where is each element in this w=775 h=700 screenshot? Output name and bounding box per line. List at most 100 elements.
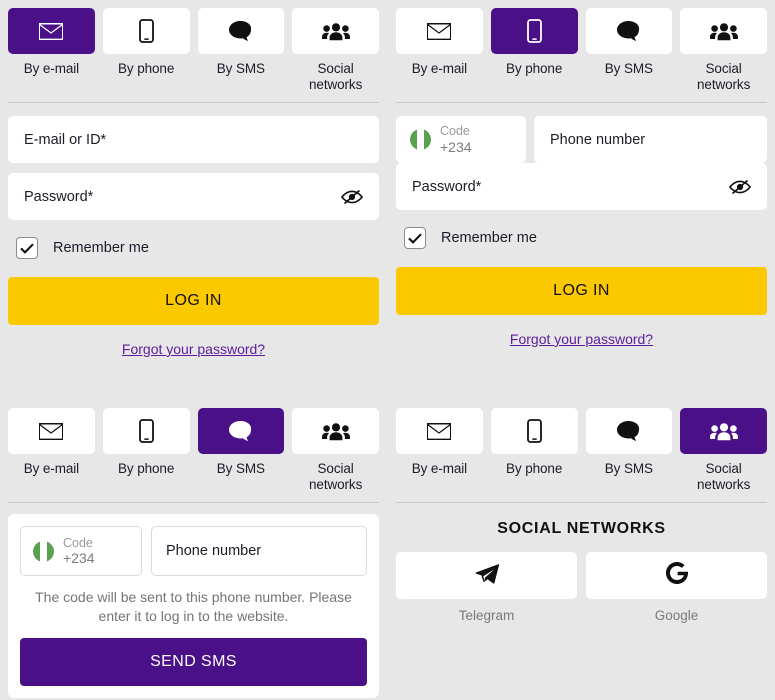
phone-placeholder: Phone number xyxy=(166,543,261,559)
tab-by-phone[interactable]: By phone xyxy=(103,8,190,93)
sms-phone-row: Code +234 Phone number xyxy=(20,526,367,576)
panel-social-login: By e-mail By phone By SMS xyxy=(388,400,775,623)
social-provider-telegram: Telegram xyxy=(396,552,577,623)
phone-number-field[interactable]: Phone number xyxy=(151,526,367,576)
mobile-phone-icon xyxy=(491,408,578,454)
google-button[interactable] xyxy=(586,552,767,599)
tab-label: By phone xyxy=(506,61,562,77)
country-code-label: Code xyxy=(63,536,95,550)
tab-label: By e-mail xyxy=(24,461,79,477)
tab-label: By e-mail xyxy=(412,61,467,77)
tab-bar-social-login: By e-mail By phone By SMS xyxy=(396,400,767,493)
social-provider-label: Google xyxy=(655,608,699,623)
envelope-icon xyxy=(396,408,483,454)
tab-bar-email-login: By e-mail By phone By SMS xyxy=(8,0,379,93)
remember-me-checkbox[interactable] xyxy=(404,227,426,249)
social-providers-grid: Telegram Google xyxy=(396,552,767,623)
password-placeholder: Password* xyxy=(24,189,93,205)
tab-social-networks[interactable]: Social networks xyxy=(680,408,767,493)
nigeria-flag-icon xyxy=(410,129,431,150)
mobile-phone-icon xyxy=(103,408,190,454)
tab-label: Social networks xyxy=(292,461,379,493)
tab-label: By phone xyxy=(118,461,174,477)
social-networks-title: SOCIAL NETWORKS xyxy=(396,520,767,538)
eye-off-icon[interactable] xyxy=(729,179,751,195)
email-field[interactable]: E-mail or ID* xyxy=(8,116,379,163)
tab-social-networks[interactable]: Social networks xyxy=(680,8,767,93)
tab-label: Social networks xyxy=(680,61,767,93)
password-field[interactable]: Password* xyxy=(8,173,379,220)
country-code-value: +234 xyxy=(63,550,95,566)
phone-input-row: Code +234 Phone number xyxy=(396,116,767,163)
sms-card: Code +234 Phone number The code will be … xyxy=(8,514,379,698)
mobile-phone-icon xyxy=(491,8,578,54)
tab-social-networks[interactable]: Social networks xyxy=(292,408,379,493)
people-group-icon xyxy=(292,8,379,54)
envelope-icon xyxy=(396,8,483,54)
tab-social-networks[interactable]: Social networks xyxy=(292,8,379,93)
forgot-password-row: Forgot your password? xyxy=(396,331,767,349)
login-button[interactable]: LOG IN xyxy=(8,277,379,325)
tab-label: By phone xyxy=(506,461,562,477)
country-code-value: +234 xyxy=(440,139,472,155)
envelope-icon xyxy=(8,8,95,54)
remember-me-label: Remember me xyxy=(53,240,149,256)
people-group-icon xyxy=(680,8,767,54)
tab-label: Social networks xyxy=(680,461,767,493)
remember-me-row[interactable]: Remember me xyxy=(8,237,379,259)
tab-label: By e-mail xyxy=(412,461,467,477)
people-group-icon xyxy=(292,408,379,454)
tab-divider xyxy=(8,502,379,503)
speech-bubble-icon xyxy=(586,408,673,454)
tab-divider xyxy=(396,502,767,503)
telegram-icon xyxy=(475,563,499,589)
tab-by-phone[interactable]: By phone xyxy=(491,408,578,493)
phone-number-field[interactable]: Phone number xyxy=(534,116,767,163)
nigeria-flag-icon xyxy=(33,541,54,562)
tab-label: By SMS xyxy=(217,61,265,77)
speech-bubble-icon xyxy=(586,8,673,54)
social-provider-google: Google xyxy=(586,552,767,623)
send-sms-button[interactable]: SEND SMS xyxy=(20,638,367,686)
sms-note: The code will be sent to this phone numb… xyxy=(20,588,367,626)
forgot-password-row: Forgot your password? xyxy=(8,341,379,359)
remember-me-row[interactable]: Remember me xyxy=(396,227,767,249)
remember-me-checkbox[interactable] xyxy=(16,237,38,259)
tab-by-email[interactable]: By e-mail xyxy=(8,408,95,493)
password-field[interactable]: Password* xyxy=(396,163,767,210)
password-placeholder: Password* xyxy=(412,179,481,195)
tab-by-sms[interactable]: By SMS xyxy=(198,408,285,493)
social-provider-label: Telegram xyxy=(459,608,515,623)
tab-label: By e-mail xyxy=(24,61,79,77)
speech-bubble-icon xyxy=(198,8,285,54)
login-widgets-stage: By e-mail By phone By SMS xyxy=(0,0,775,700)
forgot-password-link[interactable]: Forgot your password? xyxy=(122,341,265,357)
tab-by-email[interactable]: By e-mail xyxy=(396,408,483,493)
tab-by-email[interactable]: By e-mail xyxy=(396,8,483,93)
mobile-phone-icon xyxy=(103,8,190,54)
tab-label: By SMS xyxy=(605,61,653,77)
tab-by-sms[interactable]: By SMS xyxy=(586,408,673,493)
phone-placeholder: Phone number xyxy=(550,132,645,148)
tab-by-phone[interactable]: By phone xyxy=(491,8,578,93)
tab-by-sms[interactable]: By SMS xyxy=(198,8,285,93)
tab-by-phone[interactable]: By phone xyxy=(103,408,190,493)
tab-bar-sms-login: By e-mail By phone By SMS xyxy=(8,400,379,493)
email-placeholder: E-mail or ID* xyxy=(24,132,106,148)
tab-label: Social networks xyxy=(292,61,379,93)
tab-label: By SMS xyxy=(217,461,265,477)
tab-by-email[interactable]: By e-mail xyxy=(8,8,95,93)
country-code-selector[interactable]: Code +234 xyxy=(20,526,142,576)
speech-bubble-icon xyxy=(198,408,285,454)
envelope-icon xyxy=(8,408,95,454)
telegram-button[interactable] xyxy=(396,552,577,599)
tab-bar-phone-login: By e-mail By phone By SMS xyxy=(396,0,767,93)
tab-label: By phone xyxy=(118,61,174,77)
eye-off-icon[interactable] xyxy=(341,189,363,205)
panel-email-login: By e-mail By phone By SMS xyxy=(0,0,387,359)
tab-by-sms[interactable]: By SMS xyxy=(586,8,673,93)
panel-phone-login: By e-mail By phone By SMS xyxy=(388,0,775,349)
country-code-selector[interactable]: Code +234 xyxy=(396,116,526,163)
forgot-password-link[interactable]: Forgot your password? xyxy=(510,331,653,347)
login-button[interactable]: LOG IN xyxy=(396,267,767,315)
